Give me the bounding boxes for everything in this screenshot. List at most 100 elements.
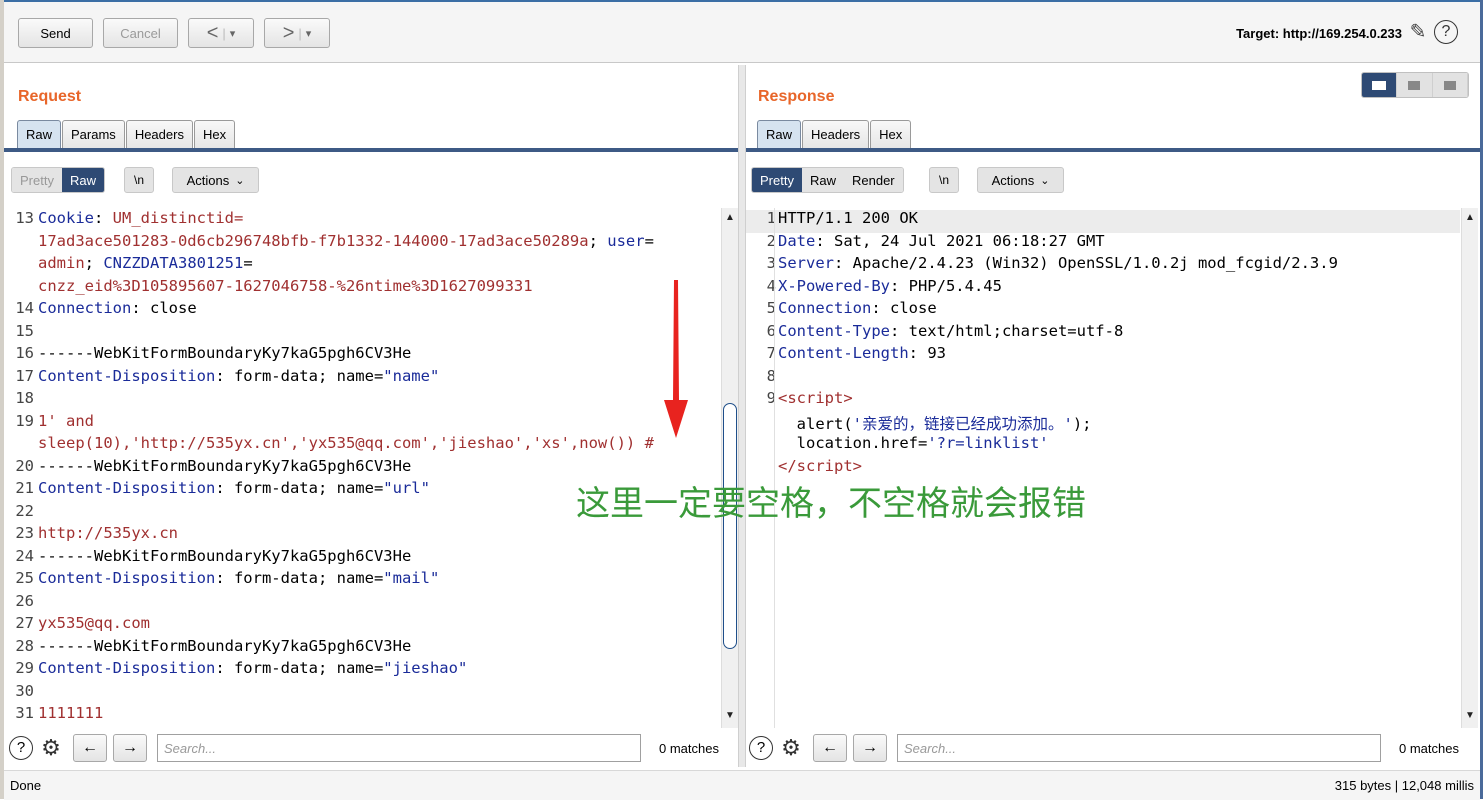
code-line: Server: Apache/2.4.23 (Win32) OpenSSL/1.… — [778, 254, 1338, 272]
code-token: > — [843, 389, 853, 407]
line-number: 18 — [15, 389, 34, 407]
separator: | — [222, 25, 226, 41]
request-search-input[interactable] — [157, 734, 641, 762]
response-raw-button[interactable]: Raw — [801, 168, 844, 192]
scroll-up-icon[interactable]: ▲ — [1464, 212, 1476, 224]
request-scrollbar[interactable]: ▲ ▼ — [721, 208, 738, 728]
code-token: "mail" — [383, 569, 440, 587]
arrow-left-icon: ← — [822, 739, 838, 756]
code-line: yx535@qq.com — [38, 614, 150, 632]
request-newline-button[interactable]: \n — [124, 167, 154, 193]
response-render-button[interactable]: Render — [843, 168, 903, 192]
search-previous-button[interactable]: ← — [813, 734, 847, 762]
layout-side-by-side-button[interactable] — [1362, 73, 1398, 97]
code-token: ------WebKitFormBoundaryKy7kaG5pgh6CV3He — [38, 456, 412, 475]
response-tab-raw[interactable]: Raw — [757, 120, 802, 148]
request-tab-params[interactable]: Params — [62, 120, 125, 148]
line-number: 19 — [15, 411, 34, 430]
search-previous-button[interactable]: ← — [73, 734, 107, 762]
scroll-down-icon[interactable]: ▼ — [724, 710, 736, 722]
layout-top-bottom-button[interactable] — [1397, 73, 1433, 97]
help-icon[interactable]: ? — [9, 736, 33, 760]
response-scrollbar[interactable]: ▲ ▼ — [1461, 208, 1478, 728]
response-editor[interactable]: 1 HTTP/1.1 200 OK 2 Date: Sat, 24 Jul 2021 … — [746, 208, 1460, 728]
arrow-left-icon: ← — [82, 739, 98, 756]
code-token: ; — [84, 254, 104, 272]
response-tab-headers[interactable]: Headers — [802, 120, 870, 148]
response-newline-button[interactable]: \n — [929, 167, 959, 193]
red-arrow-annotation — [664, 280, 688, 438]
scroll-up-icon[interactable]: ▲ — [724, 212, 736, 224]
code-token: </ — [778, 456, 797, 475]
code-token: 1' and — [38, 411, 94, 430]
line-number: 29 — [15, 659, 34, 677]
line-number: 4 — [766, 276, 776, 295]
annotation-text: 这里一定要空格，不空格就会报错 — [576, 484, 1086, 524]
code-line: 1' and — [38, 412, 94, 430]
response-matches-count: 0 matches — [1399, 741, 1459, 756]
request-raw-button[interactable]: Raw — [61, 168, 104, 192]
code-token: : text/html;charset=utf-8 — [889, 321, 1124, 340]
layout-tabs-button[interactable] — [1432, 73, 1468, 97]
request-pretty-button[interactable]: Pretty — [12, 168, 62, 192]
scroll-thumb[interactable] — [723, 403, 737, 649]
request-editor[interactable]: 13 Cookie: UM_distinctid= 17ad3ace501283-0… — [4, 208, 720, 728]
code-line: ------WebKitFormBoundaryKy7kaG5pgh6CV3He — [38, 547, 411, 565]
response-actions-button[interactable]: Actions ⌄ — [977, 167, 1064, 193]
code-line: location.href='?r=linklist' — [778, 434, 1049, 452]
forward-button[interactable]: > | ▾ — [264, 18, 330, 48]
search-next-button[interactable]: → — [853, 734, 887, 762]
code-line: Connection: close — [38, 299, 197, 317]
status-bar: Done 315 bytes | 12,048 millis — [4, 770, 1480, 800]
code-line: <script> — [778, 389, 853, 407]
gear-icon[interactable]: ⚙ — [38, 735, 64, 761]
line-number: 30 — [15, 681, 34, 700]
pencil-icon[interactable]: ✎ — [1406, 20, 1430, 44]
line-number: 6 — [766, 321, 776, 340]
code-token: location.href= — [778, 434, 928, 452]
line-number: 28 — [15, 636, 34, 655]
request-tab-raw[interactable]: Raw — [17, 120, 62, 148]
request-tab-headers[interactable]: Headers — [125, 120, 193, 148]
scroll-down-icon[interactable]: ▼ — [1464, 710, 1476, 722]
code-token: user — [597, 231, 645, 250]
code-token: script — [796, 456, 853, 475]
arrow-right-icon: → — [122, 739, 138, 756]
response-pretty-button[interactable]: Pretty — [752, 168, 802, 192]
layout-toggle — [1361, 72, 1469, 98]
request-actions-button[interactable]: Actions ⌄ — [172, 167, 259, 193]
code-line: 17ad3ace501283-0d6cb296748bfb-f7b1332-14… — [38, 232, 654, 250]
request-tab-hex[interactable]: Hex — [193, 120, 236, 148]
code-token: ; — [588, 231, 598, 250]
code-token: : Sat, 24 Jul 2021 06:18:27 GMT — [815, 231, 1105, 250]
search-next-button[interactable]: → — [113, 734, 147, 762]
code-token: '?r=linklist' — [927, 434, 1049, 452]
send-button[interactable]: Send — [18, 18, 93, 48]
code-token: ); — [1072, 414, 1092, 433]
line-number: 25 — [15, 569, 34, 587]
code-line: alert('亲爱的，链接已经成功添加。'); — [778, 412, 1092, 434]
help-icon[interactable]: ? — [749, 736, 773, 760]
line-number: 26 — [15, 591, 34, 610]
code-token: script — [787, 389, 844, 407]
forward-dropdown-icon[interactable]: ▾ — [306, 27, 312, 40]
code-line: Connection: close — [778, 299, 937, 317]
response-tab-hex[interactable]: Hex — [870, 120, 912, 148]
code-token: 1111111 — [38, 704, 104, 722]
line-number: 27 — [15, 614, 34, 632]
cancel-button[interactable]: Cancel — [103, 18, 178, 48]
line-number: 23 — [15, 524, 34, 542]
code-line: Content-Length: 93 — [778, 344, 946, 362]
code-token: UM_distinctid= — [112, 209, 244, 227]
back-dropdown-icon[interactable]: ▾ — [230, 27, 236, 40]
code-line: http://535yx.cn — [38, 524, 178, 542]
back-button[interactable]: < | ▾ — [188, 18, 254, 48]
response-search-input[interactable] — [897, 734, 1381, 762]
actions-label: Actions — [186, 172, 230, 188]
line-number: 24 — [15, 546, 34, 565]
code-line: 1111111 — [38, 704, 103, 722]
gear-icon[interactable]: ⚙ — [778, 735, 804, 761]
help-icon[interactable]: ? — [1434, 20, 1458, 44]
chevron-down-icon: ⌄ — [235, 174, 245, 187]
pane-splitter[interactable] — [738, 65, 746, 767]
